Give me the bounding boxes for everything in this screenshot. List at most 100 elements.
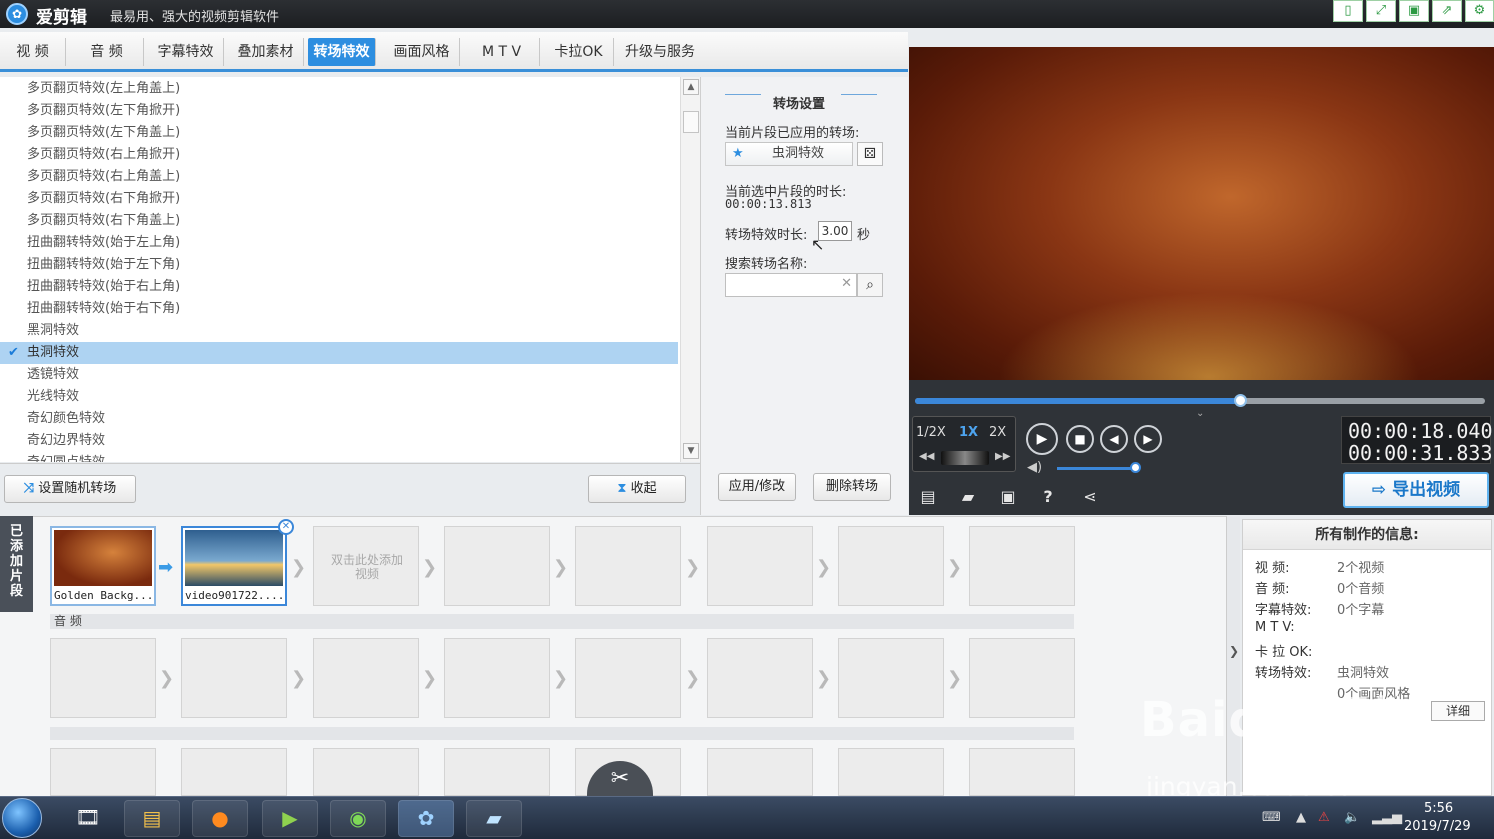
play-icon[interactable]: ▶ bbox=[1026, 423, 1058, 455]
search-transition-input[interactable]: ✕ bbox=[725, 273, 857, 297]
empty-slot[interactable] bbox=[181, 748, 287, 796]
clock-date[interactable]: 2019/7/29 bbox=[1404, 819, 1471, 834]
media-player-icon[interactable]: ▶ bbox=[262, 800, 318, 837]
list-item[interactable]: 多页翻页特效(左上角盖上) bbox=[0, 78, 678, 100]
empty-slot[interactable] bbox=[575, 638, 681, 718]
new-project-icon[interactable]: ▤ bbox=[917, 486, 939, 508]
list-item[interactable]: 奇幻圆点特效 bbox=[0, 452, 678, 462]
save-project-icon[interactable]: ▣ bbox=[1399, 0, 1429, 22]
scroll-down-icon[interactable]: ▼ bbox=[683, 443, 699, 459]
prev-frame-icon[interactable]: ◀ bbox=[1100, 425, 1128, 453]
volume-slider[interactable] bbox=[1057, 467, 1135, 470]
remove-clip-icon[interactable]: ✕ bbox=[278, 519, 294, 535]
list-item[interactable]: 奇幻边界特效 bbox=[0, 430, 678, 452]
volume-knob[interactable] bbox=[1129, 462, 1141, 473]
list-item[interactable]: 奇幻颜色特效 bbox=[0, 408, 678, 430]
speed-half[interactable]: 1/2X bbox=[916, 425, 946, 440]
export-video-button[interactable]: ⇨ 导出视频 bbox=[1343, 472, 1489, 508]
share-out-icon[interactable]: ⇗ bbox=[1432, 0, 1462, 22]
empty-slot[interactable] bbox=[50, 748, 156, 796]
clip-thumbnail[interactable]: Golden Backg... bbox=[50, 526, 156, 606]
speed-normal[interactable]: 1X bbox=[959, 425, 978, 440]
random-dice-icon[interactable]: ⚄ bbox=[857, 142, 883, 166]
fullscreen-icon[interactable]: ⤢ bbox=[1366, 0, 1396, 22]
search-icon[interactable]: ⌕ bbox=[857, 273, 883, 297]
list-item[interactable]: 多页翻页特效(右上角盖上) bbox=[0, 166, 678, 188]
empty-slot[interactable] bbox=[707, 526, 813, 606]
add-video-slot[interactable]: 双击此处添加视频 bbox=[313, 526, 419, 606]
list-item[interactable]: 扭曲翻转特效(始于左上角) bbox=[0, 232, 678, 254]
notepad-icon[interactable]: ▰ bbox=[466, 800, 522, 837]
empty-slot[interactable] bbox=[838, 638, 944, 718]
movie-app-icon[interactable]: 🎞 bbox=[60, 800, 116, 837]
list-item[interactable]: 黑洞特效 bbox=[0, 320, 678, 342]
signal-icon[interactable]: ▂▃▅ bbox=[1372, 810, 1402, 825]
save-icon[interactable]: ▣ bbox=[997, 486, 1019, 508]
aijianji-taskbar-icon[interactable]: ✿ bbox=[398, 800, 454, 837]
empty-slot[interactable] bbox=[313, 638, 419, 718]
scroll-up-icon[interactable]: ▲ bbox=[683, 79, 699, 95]
clear-icon[interactable]: ✕ bbox=[841, 276, 852, 291]
rewind-icon[interactable]: ◀◀ bbox=[919, 451, 934, 462]
transition-arrow-icon[interactable]: ➡ bbox=[158, 559, 176, 577]
speaker-icon[interactable]: 🔈 bbox=[1344, 810, 1360, 825]
scroll-thumb[interactable] bbox=[683, 111, 699, 133]
empty-slot[interactable] bbox=[969, 638, 1075, 718]
progress-knob[interactable] bbox=[1233, 394, 1247, 407]
share-icon[interactable]: ⋖ bbox=[1079, 486, 1101, 508]
clip-thumbnail-selected[interactable]: video901722.... ✕ bbox=[181, 519, 294, 606]
playback-progress-bar[interactable] bbox=[915, 394, 1485, 407]
video-preview[interactable] bbox=[909, 47, 1494, 380]
list-item[interactable]: 光线特效 bbox=[0, 386, 678, 408]
empty-slot[interactable] bbox=[444, 748, 550, 796]
file-explorer-icon[interactable]: ▤ bbox=[124, 800, 180, 837]
list-item[interactable]: 扭曲翻转特效(始于左下角) bbox=[0, 254, 678, 276]
tab-karaoke[interactable]: 卡拉OK bbox=[544, 38, 614, 66]
next-frame-icon[interactable]: ▶ bbox=[1134, 425, 1162, 453]
tab-audio[interactable]: 音 频 bbox=[70, 38, 144, 66]
stop-icon[interactable]: ■ bbox=[1066, 425, 1094, 453]
clock-time[interactable]: 5:56 bbox=[1424, 801, 1453, 816]
list-item[interactable]: 多页翻页特效(左下角盖上) bbox=[0, 122, 678, 144]
list-item[interactable]: 多页翻页特效(右上角掀开) bbox=[0, 144, 678, 166]
empty-slot[interactable] bbox=[575, 526, 681, 606]
list-item[interactable]: 多页翻页特效(右下角掀开) bbox=[0, 188, 678, 210]
tab-upgrade-service[interactable]: 升级与服务 bbox=[618, 38, 702, 66]
empty-slot[interactable] bbox=[313, 748, 419, 796]
speed-slider[interactable] bbox=[941, 451, 989, 465]
empty-slot[interactable] bbox=[707, 748, 813, 796]
speed-double[interactable]: 2X bbox=[989, 425, 1006, 440]
list-scrollbar[interactable]: ▲ ▼ bbox=[680, 77, 700, 462]
tray-arrow-icon[interactable]: ▲ bbox=[1296, 810, 1306, 825]
mini-mode-icon[interactable]: ▯ bbox=[1333, 0, 1363, 22]
start-button-icon[interactable] bbox=[2, 798, 42, 838]
list-item[interactable]: 透镜特效 bbox=[0, 364, 678, 386]
tab-mtv[interactable]: M T V bbox=[464, 38, 540, 66]
tab-picture-style[interactable]: 画面风格 bbox=[384, 38, 460, 66]
help-icon[interactable]: ? bbox=[1037, 486, 1059, 508]
tab-transition-effects[interactable]: 转场特效 bbox=[308, 38, 376, 66]
info-panel-toggle[interactable]: ❯ bbox=[1226, 516, 1240, 796]
chevron-right-icon[interactable]: ❯ bbox=[1229, 644, 1239, 658]
list-item-selected[interactable]: ✔ 虫洞特效 bbox=[0, 342, 678, 364]
volume-icon[interactable]: ◀) bbox=[1027, 460, 1042, 475]
apply-modify-button[interactable]: 应用/修改 bbox=[718, 473, 796, 501]
empty-slot[interactable] bbox=[838, 748, 944, 796]
empty-slot[interactable] bbox=[444, 638, 550, 718]
firefox-icon[interactable]: ● bbox=[192, 800, 248, 837]
list-item[interactable]: 多页翻页特效(右下角盖上) bbox=[0, 210, 678, 232]
random-transition-button[interactable]: ⤨ 设置随机转场 bbox=[4, 475, 136, 503]
open-folder-icon[interactable]: ▰ bbox=[957, 486, 979, 508]
empty-slot[interactable] bbox=[969, 748, 1075, 796]
expand-chevron-icon[interactable]: ⌄ bbox=[1196, 408, 1204, 419]
empty-slot[interactable] bbox=[838, 526, 944, 606]
keyboard-icon[interactable]: ⌨ bbox=[1262, 810, 1281, 825]
empty-slot[interactable] bbox=[969, 526, 1075, 606]
tab-overlay-material[interactable]: 叠加素材 bbox=[228, 38, 304, 66]
delete-transition-button[interactable]: 删除转场 bbox=[813, 473, 891, 501]
network-alert-icon[interactable]: ⚠ bbox=[1318, 810, 1330, 825]
list-item[interactable]: 扭曲翻转特效(始于右上角) bbox=[0, 276, 678, 298]
empty-slot[interactable] bbox=[50, 638, 156, 718]
empty-slot[interactable] bbox=[181, 638, 287, 718]
tab-subtitle-effects[interactable]: 字幕特效 bbox=[148, 38, 224, 66]
